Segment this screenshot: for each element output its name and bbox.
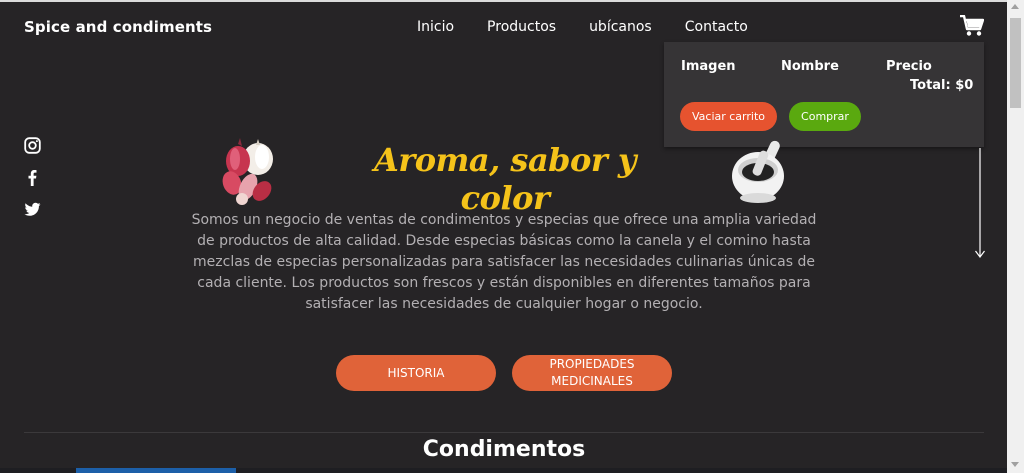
section-title: Condimentos xyxy=(422,437,586,462)
brand-logo[interactable]: Spice and condiments xyxy=(24,18,212,36)
cart-col-image: Imagen xyxy=(681,59,736,74)
cart-total: Total: $0 xyxy=(910,78,974,93)
cart-col-price: Precio xyxy=(886,59,932,74)
history-button[interactable]: HISTORIA xyxy=(336,355,496,391)
instagram-icon[interactable] xyxy=(24,137,41,154)
scrollbar-thumb[interactable] xyxy=(1010,18,1021,108)
nav-contacto[interactable]: Contacto xyxy=(685,19,748,35)
empty-cart-button[interactable]: Vaciar carrito xyxy=(680,102,777,131)
arrow-down-icon[interactable] xyxy=(974,148,986,260)
nav-ubicanos[interactable]: ubícanos xyxy=(589,19,652,35)
medicinal-properties-button[interactable]: PROPIEDADES MEDICINALES xyxy=(512,355,672,391)
nav-inicio[interactable]: Inicio xyxy=(417,19,454,35)
main-nav: Inicio Productos ubícanos Contacto xyxy=(417,19,781,35)
hero-title: Aroma, sabor y color xyxy=(374,141,636,217)
scroll-up-arrow-icon[interactable] xyxy=(1011,4,1019,9)
nav-productos[interactable]: Productos xyxy=(487,19,556,35)
facebook-icon[interactable] xyxy=(24,169,41,186)
cart-dropdown: Imagen Nombre Precio Total: $0 Vaciar ca… xyxy=(664,42,984,147)
shopping-cart-icon[interactable] xyxy=(960,15,984,37)
twitter-icon[interactable] xyxy=(24,201,41,218)
buy-button[interactable]: Comprar xyxy=(789,102,861,131)
window-top-border xyxy=(0,0,1024,2)
taskbar-active-item xyxy=(76,468,236,473)
mortar-pestle-image xyxy=(732,140,784,203)
scroll-down-arrow-icon[interactable] xyxy=(1011,462,1019,467)
garlic-image xyxy=(222,138,273,205)
section-divider xyxy=(24,432,984,433)
hero-description: Somos un negocio de ventas de condimento… xyxy=(191,212,817,312)
cart-col-name: Nombre xyxy=(781,59,839,74)
